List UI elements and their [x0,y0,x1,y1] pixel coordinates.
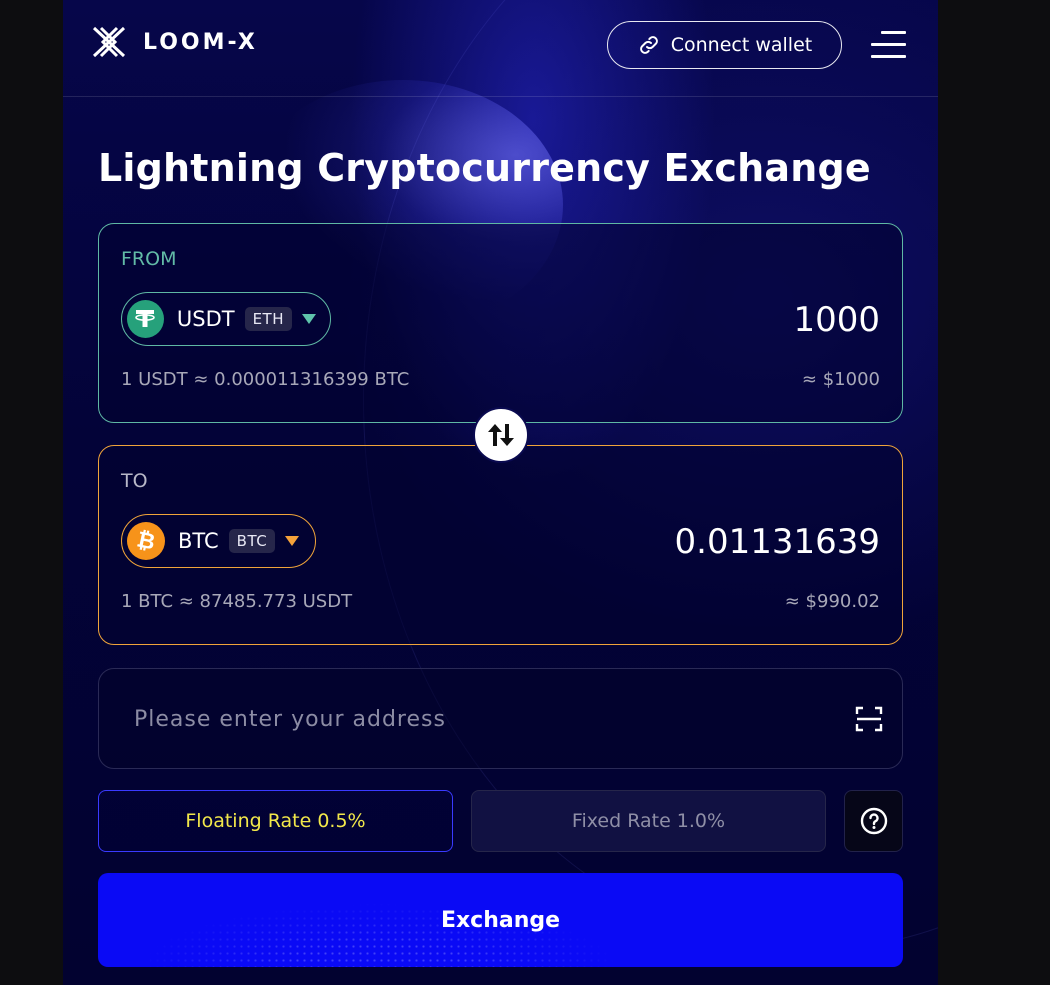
floating-rate-button[interactable]: Floating Rate 0.5% [98,790,453,852]
connect-wallet-button[interactable]: Connect wallet [607,21,842,69]
fixed-rate-label: Fixed Rate 1.0% [571,810,726,832]
from-card: FROM USDT ETH 1000 1 USDT ≈ 0.0000113163… [98,223,903,423]
swap-arrows-icon [488,424,514,446]
swap-button[interactable] [473,407,529,463]
from-symbol: USDT [176,307,235,331]
exchange-button[interactable]: Exchange [98,873,903,967]
to-currency-selector[interactable]: ₿ BTC BTC [121,514,316,568]
exchange-label: Exchange [440,907,561,933]
brand-name: LOOM-X [143,29,258,55]
fixed-rate-button[interactable]: Fixed Rate 1.0% [471,790,826,852]
from-network-badge: ETH [244,307,292,331]
link-icon [639,36,658,54]
logo[interactable]: LOOM-X [91,25,258,59]
address-input[interactable] [134,699,794,739]
from-rate: 1 USDT ≈ 0.000011316399 BTC [121,369,410,390]
to-card: TO ₿ BTC BTC 0.01131639 1 BTC ≈ 87485.77… [98,445,903,645]
bitcoin-icon: ₿ [127,522,165,560]
exchange-page: LOOM-X Connect wallet Lightning Cryptocu… [63,0,938,985]
to-symbol: BTC [178,529,219,553]
tether-icon [127,300,164,338]
rate-help-button[interactable] [844,790,903,852]
to-amount: 0.01131639 [674,522,881,562]
to-label: TO [121,470,148,492]
chevron-down-icon [302,314,316,324]
to-rate: 1 BTC ≈ 87485.773 USDT [121,591,353,612]
loom-x-logo-icon [92,26,126,58]
header: LOOM-X Connect wallet [63,0,938,97]
from-usd-value: ≈ $1000 [801,369,880,390]
from-currency-selector[interactable]: USDT ETH [121,292,331,346]
to-network-badge: BTC [228,529,276,553]
page-title: Lightning Cryptocurrency Exchange [98,146,871,190]
connect-wallet-label: Connect wallet [670,34,813,56]
from-amount[interactable]: 1000 [793,300,880,340]
chevron-down-icon [285,536,300,546]
floating-rate-label: Floating Rate 0.5% [185,810,366,832]
to-usd-value: ≈ $990.02 [784,591,880,612]
question-circle-icon [860,807,887,835]
hamburger-menu-icon[interactable] [871,29,906,61]
qr-scan-icon[interactable] [855,706,883,732]
address-field [98,668,903,769]
from-label: FROM [121,248,177,270]
